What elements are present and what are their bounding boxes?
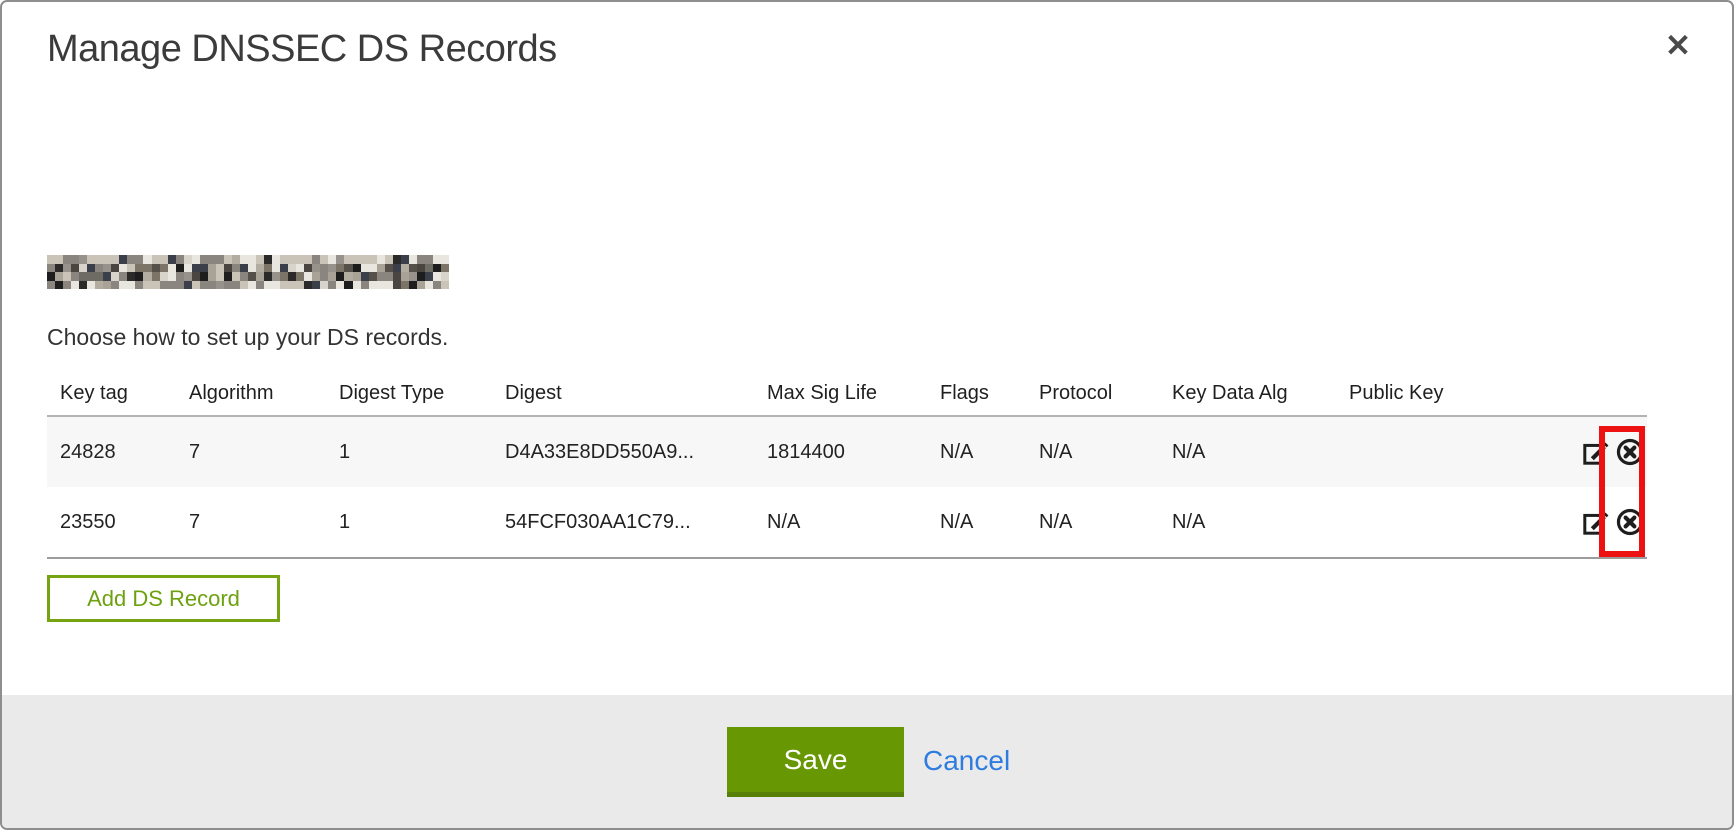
col-header-digest: Digest [505,372,767,416]
manage-dnssec-dialog: Manage DNSSEC DS Records ✕ Choose how to… [0,0,1734,830]
cell-max-sig-life: N/A [767,487,940,558]
col-header-digest-type: Digest Type [339,372,505,416]
cell-digest-type: 1 [339,416,505,487]
edit-icon[interactable] [1581,507,1611,537]
cell-public-key [1349,416,1575,487]
col-header-key-data-alg: Key Data Alg [1172,372,1349,416]
col-header-actions [1575,372,1647,416]
table-header-row: Key tag Algorithm Digest Type Digest Max… [47,372,1647,416]
cell-max-sig-life: 1814400 [767,416,940,487]
add-ds-record-button[interactable]: Add DS Record [47,575,280,622]
instruction-text: Choose how to set up your DS records. [47,324,448,351]
dialog-footer: Save Cancel [2,695,1732,828]
dialog-title: Manage DNSSEC DS Records [47,28,557,71]
cell-protocol: N/A [1039,416,1172,487]
col-header-protocol: Protocol [1039,372,1172,416]
ds-record-row: 2482871D4A33E8DD550A9...1814400N/AN/AN/A [47,416,1647,487]
cell-flags: N/A [940,487,1039,558]
cell-digest: 54FCF030AA1C79... [505,487,767,558]
cell-digest-type: 1 [339,487,505,558]
cell-algorithm: 7 [189,416,339,487]
cell-key-data-alg: N/A [1172,416,1349,487]
edit-icon[interactable] [1581,437,1611,467]
cell-key-data-alg: N/A [1172,487,1349,558]
cell-key-tag: 23550 [47,487,189,558]
cell-flags: N/A [940,416,1039,487]
delete-circle-icon[interactable] [1615,507,1645,537]
close-icon[interactable]: ✕ [1654,22,1702,70]
cell-public-key [1349,487,1575,558]
save-button[interactable]: Save [727,727,904,797]
cell-protocol: N/A [1039,487,1172,558]
ds-record-row: 235507154FCF030AA1C79...N/AN/AN/AN/A [47,487,1647,558]
col-header-flags: Flags [940,372,1039,416]
col-header-key-tag: Key tag [47,372,189,416]
delete-circle-icon[interactable] [1615,437,1645,467]
col-header-max-sig-life: Max Sig Life [767,372,940,416]
redacted-domain-name [47,255,449,289]
row-actions [1575,487,1647,558]
cell-key-tag: 24828 [47,416,189,487]
col-header-algorithm: Algorithm [189,372,339,416]
ds-records-table: Key tag Algorithm Digest Type Digest Max… [47,372,1647,559]
cancel-link[interactable]: Cancel [923,745,1010,777]
row-actions [1575,416,1647,487]
col-header-public-key: Public Key [1349,372,1575,416]
cell-algorithm: 7 [189,487,339,558]
cell-digest: D4A33E8DD550A9... [505,416,767,487]
